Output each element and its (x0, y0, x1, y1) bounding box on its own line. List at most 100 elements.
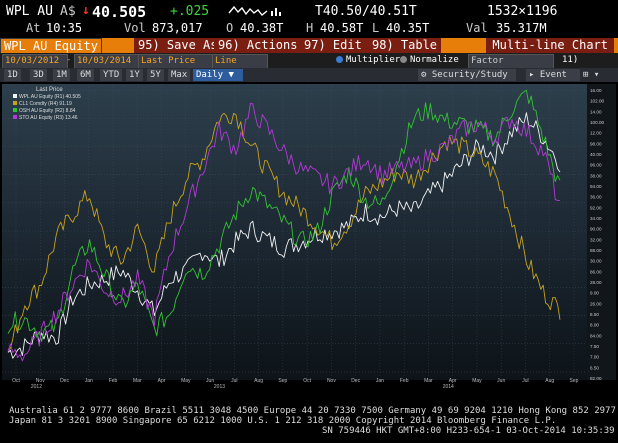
low-price: 40.35T (386, 21, 430, 35)
save-as-button[interactable]: 95) Save As (134, 38, 222, 53)
frequency-label: Daily (196, 70, 224, 80)
y-tick-label: 92.00 (590, 205, 602, 210)
high-price: 40.58T (320, 21, 364, 35)
period-row: 1D 3D 1M 6M YTD 1Y 5Y Max Daily ▼ ⚙ Secu… (0, 68, 618, 82)
multiplier-label: Multiplier (346, 55, 401, 65)
save-as-label: 95) Save As (138, 38, 218, 52)
y-tick-label: 32.00 (590, 237, 602, 242)
y-tick-label: 84.00 (590, 333, 602, 338)
footer: Australia 61 2 9777 8600 Brazil 5511 304… (0, 404, 618, 443)
x-tick-label: Jul (522, 378, 528, 384)
x-tick-label: Apr (158, 378, 166, 384)
bid-ask: T40.50/40.51T (315, 4, 417, 19)
radio-selected-icon (336, 56, 343, 63)
multi-line-chart[interactable]: 16.00 102.00 14.00 100.00 12.00 98.00 40.00 96.… (0, 82, 618, 404)
y-tick-label: 30.00 (590, 259, 602, 264)
frequency-select[interactable]: Daily ▼ (193, 69, 243, 81)
last-price: 40.505 (92, 3, 147, 21)
quote-header: WPL AU A$ ↓ 40.505 +.025 T40.50/40.51T 1… (0, 0, 618, 38)
period-5y[interactable]: 5Y (147, 69, 164, 81)
table-button[interactable]: 98) Table (368, 38, 442, 53)
period-max[interactable]: Max (168, 69, 191, 81)
field-select[interactable]: Last Price (138, 54, 214, 69)
security-study-label: Security/Study (431, 70, 508, 80)
x-tick-label: Jan (376, 378, 384, 384)
radio-icon (400, 56, 407, 63)
sparkline-icon[interactable] (228, 3, 268, 17)
currency-label: A$ (60, 4, 76, 19)
at-label: At (26, 21, 41, 35)
x-tick-label: Mar (133, 378, 142, 384)
multiplier-option[interactable]: Multiplier (336, 54, 400, 67)
footer-contacts: Australia 61 2 9777 8600 Brazil 5511 304… (9, 406, 618, 416)
normalize-label: Normalize (410, 55, 459, 65)
footer-contacts-2: Japan 81 3 3201 8900 Singapore 65 6212 1… (9, 416, 557, 426)
event-icon: ▸ (529, 70, 535, 80)
quote-time: 10:35 (46, 21, 83, 35)
y-tick-label: 8.00 (590, 323, 599, 328)
gear-icon: ⚙ (421, 70, 427, 80)
chart-type-label: Multi-line Chart (486, 38, 614, 53)
x-tick-label: Jun (497, 378, 505, 384)
table-label: 98) Table (372, 38, 438, 52)
ticker-label: WPL AU (6, 4, 53, 19)
bar-chart-icon[interactable] (270, 6, 282, 16)
y-tick-label: 34.00 (590, 216, 602, 221)
x-tick-label: Jul (231, 378, 237, 384)
y-tick-label: 9.00 (590, 291, 599, 296)
traded-value: 35.317M (496, 21, 547, 35)
legend-swatch (13, 94, 17, 98)
x-tick-label: Dec (351, 378, 360, 384)
edit-label: 97) Edit (304, 38, 362, 52)
legend-entry: STO AU Equity (R3) 13.46 (19, 115, 78, 121)
y-tick-label: 7.00 (590, 355, 599, 360)
x-year-label: 2012 (31, 384, 42, 390)
x-year-label: 2014 (443, 384, 454, 390)
end-date-field[interactable]: 10/03/2014 (74, 54, 142, 69)
x-tick-label: Aug (545, 378, 554, 384)
period-1d[interactable]: 1D (4, 69, 21, 81)
legend-entry: CL1 Comdty (R4) 91.19 (19, 101, 72, 107)
event-label: Event (539, 70, 567, 80)
y-tick-label: 82.00 (590, 376, 602, 381)
date-separator: - (66, 55, 72, 65)
y-tick-label: 94.00 (590, 184, 602, 189)
security-study-button[interactable]: ⚙ Security/Study (418, 69, 516, 81)
y-tick-label: 28.00 (590, 280, 602, 285)
legend-swatch (13, 115, 17, 119)
edit-button[interactable]: 97) Edit ▼ (300, 38, 378, 53)
y-tick-label: 36.00 (590, 195, 602, 200)
period-1m[interactable]: 1M (53, 69, 70, 81)
y-tick-label: 14.00 (590, 109, 602, 114)
x-tick-label: May (181, 378, 191, 384)
y-tick-label: 90.00 (590, 227, 602, 232)
volume: 873,017 (152, 21, 203, 35)
val-label: Val (466, 21, 488, 35)
actions-label: 96) Actions (218, 38, 298, 52)
x-tick-label: May (472, 378, 482, 384)
y-tick-label: 6.50 (590, 365, 599, 370)
factor-field[interactable]: Factor (468, 54, 554, 69)
y-tick-label: 86.00 (590, 269, 602, 274)
x-tick-label: Feb (400, 378, 409, 384)
y-tick-label: 100.00 (590, 120, 604, 125)
settings-row: 10/03/2012 - 10/03/2014 Last Price Line … (0, 53, 618, 78)
start-date-field[interactable]: 10/03/2012 (2, 54, 68, 69)
bid-ask-size: 1532×1196 (487, 4, 558, 19)
style-select[interactable]: Line (212, 54, 268, 69)
actions-button[interactable]: 96) Actions ▼ (214, 38, 314, 53)
y-tick-label: 8.50 (590, 312, 599, 317)
x-tick-label: Oct (12, 378, 20, 384)
x-tick-label: Feb (109, 378, 118, 384)
chart-options-icon[interactable]: ⊞ ▾ (580, 69, 616, 81)
period-6m[interactable]: 6M (77, 69, 94, 81)
legend-swatch (13, 101, 17, 105)
period-1y[interactable]: 1Y (126, 69, 143, 81)
y-tick-label: 40.00 (590, 152, 602, 157)
event-button[interactable]: ▸ Event (526, 69, 582, 81)
footer-session: SN 759446 HKT GMT+8:00 H233-654-1 03-Oct… (322, 426, 615, 436)
open-price: 40.38T (240, 21, 284, 35)
period-3d[interactable]: 3D (30, 69, 47, 81)
period-ytd[interactable]: YTD (100, 69, 123, 81)
normalize-option[interactable]: Normalize (400, 54, 459, 67)
